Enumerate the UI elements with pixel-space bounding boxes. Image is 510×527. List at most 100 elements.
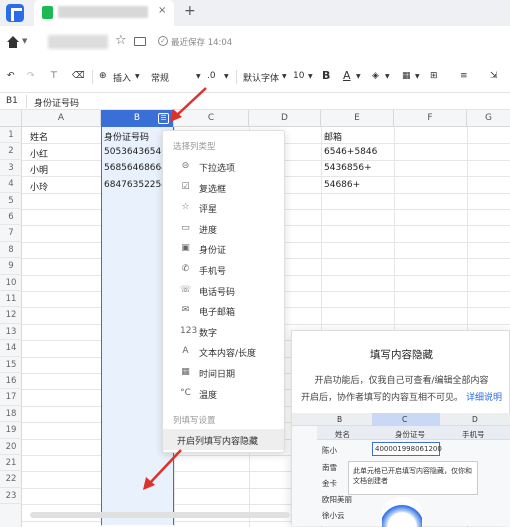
telephone-icon: ☏ [180, 284, 192, 295]
folder-icon[interactable] [134, 37, 146, 46]
format-painter-icon[interactable]: ⊤ [50, 71, 58, 81]
document-title-blurred[interactable] [48, 35, 108, 49]
example-name-4: 欧阳美丽 [322, 495, 352, 504]
chevron-down-icon[interactable]: ▼ [282, 73, 287, 80]
row-header-19[interactable]: 19 [0, 422, 22, 439]
horizontal-scrollbar[interactable] [30, 512, 290, 518]
chevron-down-icon[interactable]: ▼ [135, 73, 140, 80]
row-header-7[interactable]: 7 [0, 225, 22, 242]
row-header-22[interactable]: 22 [0, 471, 22, 488]
example-header-id: 身份证号 [395, 430, 425, 439]
redo-icon[interactable]: ↷ [27, 71, 35, 81]
column-header-a[interactable]: A [22, 110, 101, 127]
row-header-10[interactable]: 10 [0, 275, 22, 291]
chevron-down-icon[interactable]: ▼ [308, 73, 313, 80]
example-col-b: B [337, 415, 343, 424]
content-hiding-help-card: 填写内容隐藏 开启功能后，仅我自己可查看/编辑全部内容 开启后，协作者填写的内容… [291, 330, 510, 527]
menu-item-dropdown[interactable]: ⊝ 下拉选项 [163, 156, 284, 177]
borders-icon[interactable]: ▦ [402, 71, 411, 81]
row-header-8[interactable]: 8 [0, 242, 22, 259]
home-icon[interactable] [6, 35, 20, 49]
formula-input[interactable]: 身份证号码 [34, 96, 79, 109]
wrap-icon[interactable]: ⇲ [490, 71, 498, 81]
help-card-title: 填写内容隐藏 [370, 349, 433, 361]
cell-b2[interactable]: 50536436546 [104, 147, 162, 157]
cell-reference[interactable]: B1 [6, 96, 18, 106]
chevron-down-icon[interactable]: ▼ [224, 73, 229, 80]
menu-item-number[interactable]: 123 数字 [163, 321, 284, 342]
cell-a3[interactable]: 小明 [30, 163, 48, 176]
row-header-23[interactable]: 23 [0, 488, 22, 505]
menu-item-temperature[interactable]: °C 温度 [163, 383, 284, 404]
menu-item-telephone[interactable]: ☏ 电话号码 [163, 280, 284, 301]
row-header-5[interactable]: 5 [0, 193, 22, 209]
menu-item-phone[interactable]: ✆ 手机号 [163, 259, 284, 280]
column-header-g[interactable]: G [467, 110, 510, 127]
menu-item-star[interactable]: ☆ 评星 [163, 197, 284, 218]
tab-close-icon[interactable]: × [158, 5, 166, 16]
app-logo-icon[interactable] [6, 4, 24, 22]
column-header-e[interactable]: E [321, 110, 394, 127]
chevron-down-icon[interactable]: ▼ [22, 37, 27, 45]
cell-a4[interactable]: 小玲 [30, 180, 48, 193]
clear-format-icon[interactable]: ⌫ [72, 71, 85, 81]
bold-button[interactable]: B [322, 69, 330, 82]
row-header-17[interactable]: 17 [0, 389, 22, 406]
merge-icon[interactable]: ⊞ [430, 71, 438, 81]
menu-item-label: 电子邮箱 [199, 308, 236, 319]
insert-menu[interactable]: 插入 [113, 71, 131, 84]
row-header-3[interactable]: 3 [0, 160, 22, 177]
row-header-9[interactable]: 9 [0, 258, 22, 275]
undo-icon[interactable]: ↶ [7, 71, 15, 81]
font-color-button[interactable]: A [343, 69, 351, 82]
cell-e1[interactable]: 邮箱 [324, 130, 342, 143]
menu-item-text-length[interactable]: A 文本内容/长度 [163, 341, 284, 362]
fill-color-icon[interactable]: ◈ [372, 71, 379, 81]
cell-e2[interactable]: 6546+5846 [324, 147, 377, 157]
chevron-down-icon[interactable]: ▼ [385, 73, 390, 80]
chevron-down-icon[interactable]: ▼ [415, 73, 420, 80]
cell-a1[interactable]: 姓名 [30, 130, 48, 143]
row-header-13[interactable]: 13 [0, 324, 22, 341]
row-header-6[interactable]: 6 [0, 209, 22, 226]
cell-b3[interactable]: 56856468664 [104, 163, 162, 173]
row-header-21[interactable]: 21 [0, 455, 22, 472]
row-header-20[interactable]: 20 [0, 439, 22, 455]
font-family-select[interactable]: 默认字体 [243, 71, 279, 84]
row-header-16[interactable]: 16 [0, 373, 22, 390]
chevron-down-icon[interactable]: ▼ [196, 73, 201, 80]
menu-item-datetime[interactable]: ▦ 时间日期 [163, 362, 284, 383]
menu-item-mail[interactable]: ✉ 电子邮箱 [163, 300, 284, 321]
learn-more-link[interactable]: 详细说明 [466, 393, 502, 403]
insert-icon[interactable]: ⊕ [99, 71, 107, 81]
menu-item-id-card[interactable]: ▣ 身份证 [163, 238, 284, 259]
document-tab[interactable]: × [34, 0, 174, 26]
column-header-d[interactable]: D [249, 110, 321, 127]
cell-b4[interactable]: 68476352254 [104, 180, 162, 190]
cell-a2[interactable]: 小红 [30, 147, 48, 160]
decorative-badge-icon [382, 497, 422, 527]
menu-item-label: 评星 [199, 205, 218, 216]
cell-b1[interactable]: 身份证号码 [104, 130, 149, 143]
row-header-11[interactable]: 11 [0, 291, 22, 308]
select-all-corner[interactable] [0, 110, 22, 127]
menu-item-label: 时间日期 [199, 370, 236, 380]
cell-e4[interactable]: 54686+ [324, 180, 360, 190]
toolbar: ↶ ↷ ⊤ ⌫ ⊕ 插入 ▼ 常规 ▼ .0 ▼ 默认字体 ▼ 10 ▼ B A… [0, 61, 510, 93]
row-header-1[interactable]: 1 [0, 127, 22, 144]
row-header-4[interactable]: 4 [0, 176, 22, 193]
row-header-15[interactable]: 15 [0, 357, 22, 373]
cell-e3[interactable]: 5436856+ [324, 163, 372, 173]
column-header-f[interactable]: F [394, 110, 467, 127]
menu-item-checkbox[interactable]: ☑ 复选框 [163, 177, 284, 198]
row-header-12[interactable]: 12 [0, 307, 22, 324]
chevron-down-icon[interactable]: ▼ [356, 73, 361, 80]
align-icon[interactable]: ≡ [460, 71, 468, 81]
row-header-14[interactable]: 14 [0, 340, 22, 357]
row-header-2[interactable]: 2 [0, 143, 22, 160]
row-header-18[interactable]: 18 [0, 406, 22, 423]
new-tab-button[interactable]: + [184, 3, 196, 19]
font-size-select[interactable]: 10 [293, 71, 304, 81]
menu-item-progress[interactable]: ▭ 进度 [163, 218, 284, 239]
star-icon[interactable]: ☆ [115, 33, 127, 48]
